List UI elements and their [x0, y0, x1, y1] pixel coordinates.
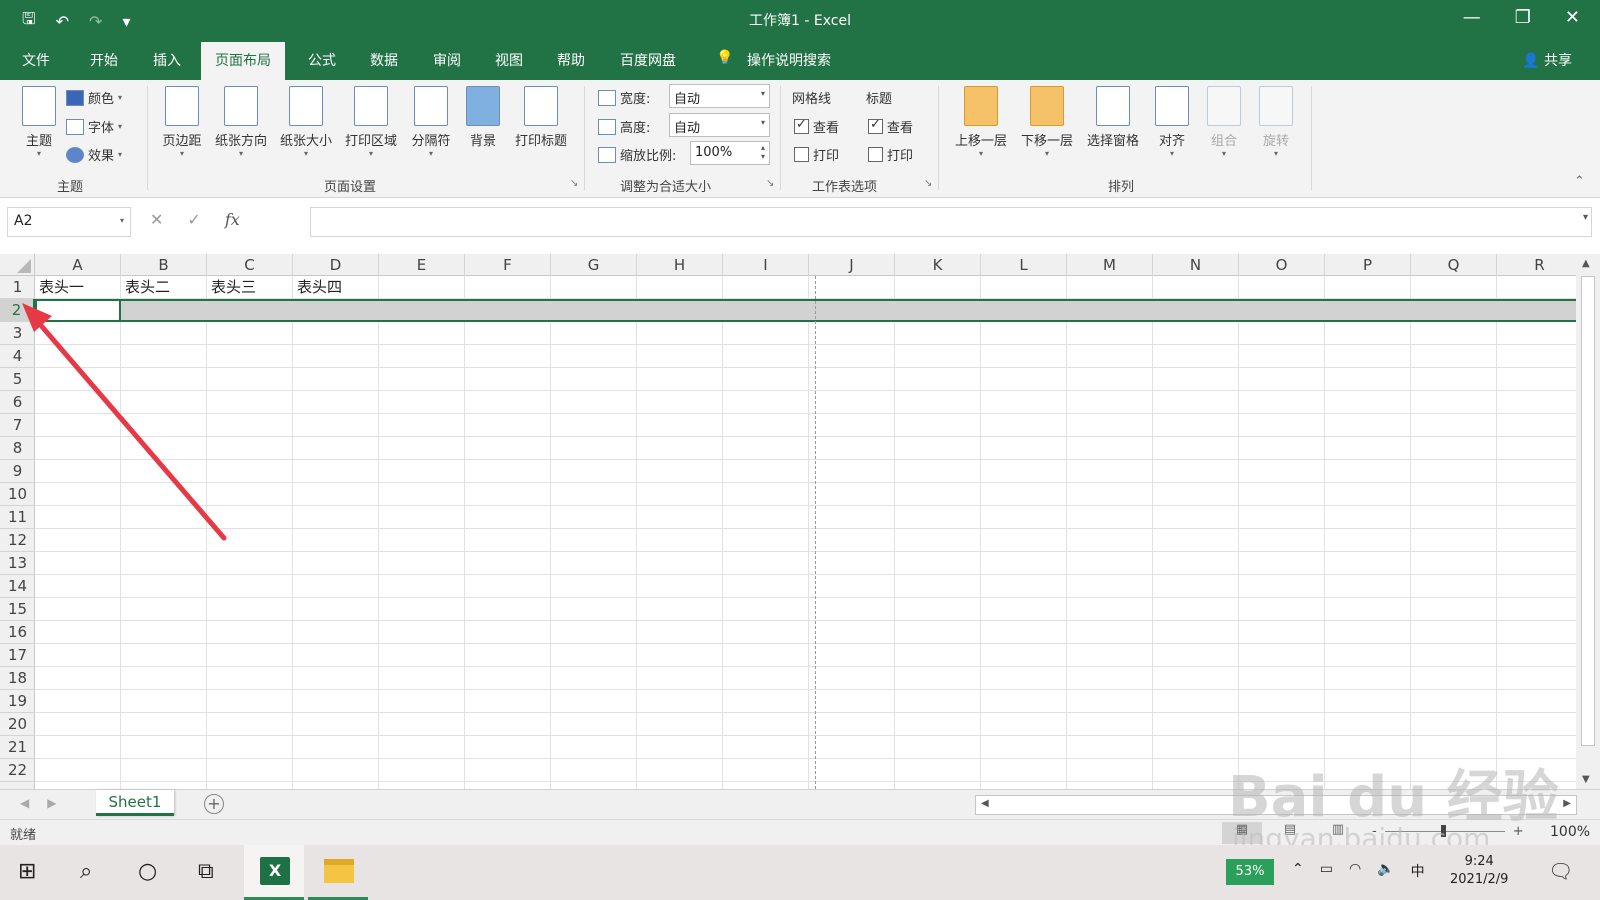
sheet-tab-sheet1[interactable]: Sheet1 [96, 790, 174, 816]
task-view-icon[interactable]: ⧉ [198, 859, 214, 884]
system-tray: ⌃ ▭ ◠ 🔈 中 [1292, 861, 1425, 881]
battery-icon[interactable]: ▭ [1320, 861, 1333, 881]
volume-icon[interactable]: 🔈 [1377, 861, 1394, 881]
folder-icon [324, 859, 354, 883]
clock-time: 9:24 [1464, 854, 1494, 869]
cortana-icon[interactable]: ○ [138, 859, 157, 884]
clock[interactable]: 9:24 2021/2/9 [1450, 853, 1508, 889]
battery-indicator[interactable]: 53% [1226, 859, 1274, 885]
windows-taskbar: ⊞ ⌕ ○ ⧉ X 53% ⌃ ▭ ◠ 🔈 中 9:24 2021/2/9 🗨 [0, 845, 1600, 900]
scroll-right-icon[interactable]: ▶ [1563, 798, 1571, 809]
baidu-watermark-logo: Bai du 经验 [1228, 765, 1559, 830]
next-sheet-icon[interactable]: ▶ [47, 796, 56, 810]
status-ready: 就绪 [10, 828, 37, 843]
scroll-left-icon[interactable]: ◀ [981, 798, 989, 809]
wifi-icon[interactable]: ◠ [1349, 861, 1361, 881]
sheet-nav: ◀ ▶ [20, 796, 56, 810]
search-icon[interactable]: ⌕ [80, 859, 92, 884]
excel-taskbar-app[interactable]: X [244, 845, 304, 900]
notification-icon[interactable]: 🗨 [1548, 859, 1573, 883]
windows-start-icon[interactable]: ⊞ [18, 859, 36, 884]
ime-indicator[interactable]: 中 [1411, 861, 1425, 881]
clock-date: 2021/2/9 [1450, 872, 1509, 887]
prev-sheet-icon[interactable]: ◀ [20, 796, 29, 810]
add-sheet-button[interactable]: + [204, 794, 224, 814]
chevron-up-icon[interactable]: ⌃ [1292, 861, 1304, 881]
file-explorer-taskbar-app[interactable] [308, 845, 368, 900]
excel-icon: X [260, 857, 290, 885]
